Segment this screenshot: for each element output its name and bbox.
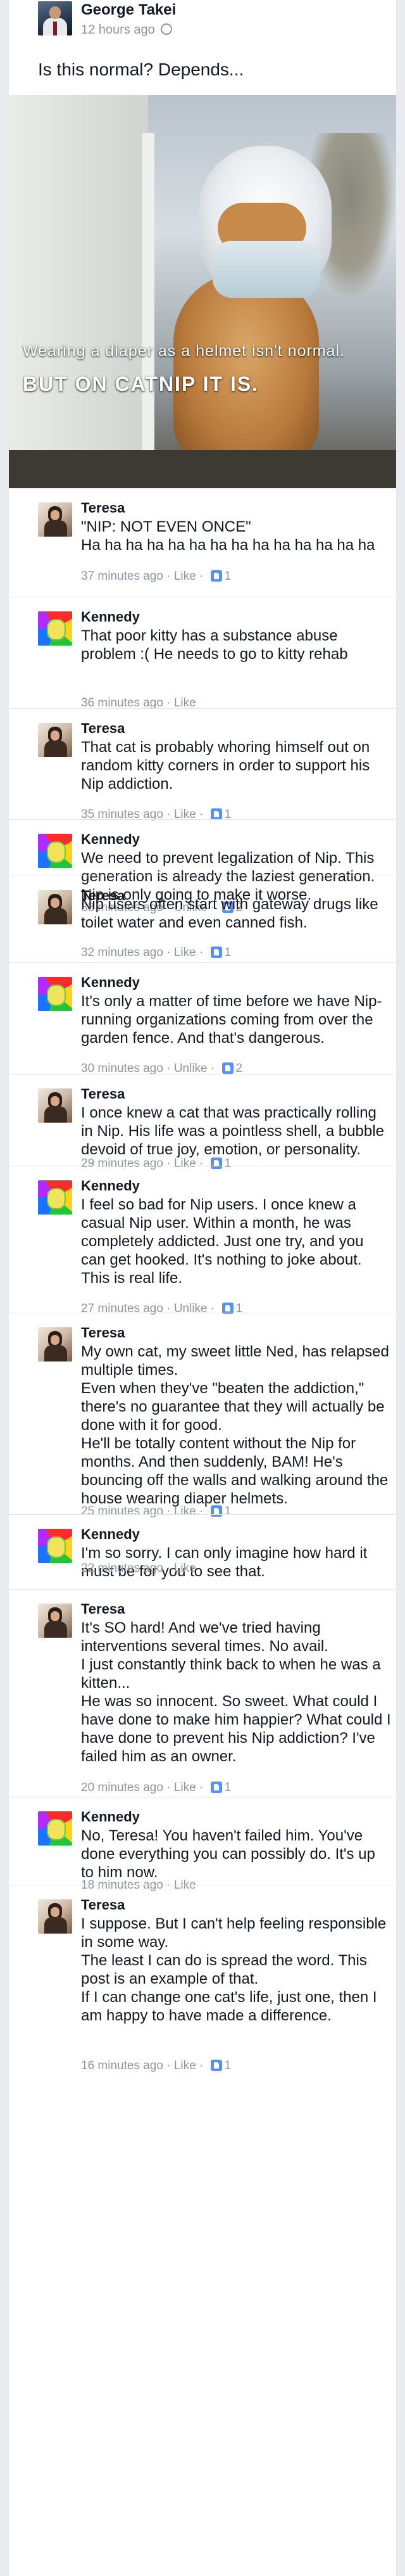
like-button[interactable]: Like	[174, 1781, 196, 1794]
comment-10: Kennedy I'm so sorry. I can only imagine …	[9, 1514, 396, 1583]
commenter-avatar[interactable]	[38, 890, 72, 924]
meta-separator: ·	[163, 570, 174, 583]
comment-timestamp[interactable]: 30 minutes ago	[81, 1062, 163, 1075]
author-avatar[interactable]	[38, 1, 72, 35]
like-count[interactable]: 2	[236, 1062, 243, 1075]
commenter-avatar[interactable]	[38, 611, 72, 646]
commenter-avatar[interactable]	[38, 1604, 72, 1638]
like-button[interactable]: Like	[174, 1562, 196, 1575]
commenter-name[interactable]: Teresa	[81, 1601, 125, 1617]
comment-2: Kennedy That poor kitty has a substance a…	[9, 597, 396, 718]
like-button[interactable]: Unlike	[174, 1062, 208, 1075]
commenter-avatar[interactable]	[38, 834, 72, 868]
comment-text: My own cat, my sweet little Ned, has rel…	[81, 1343, 389, 1507]
commenter-name[interactable]: Kennedy	[81, 1178, 140, 1194]
comment-text: It's only a matter of time before we hav…	[81, 993, 382, 1047]
meta-separator: ·	[196, 570, 207, 583]
comment-timestamp[interactable]: 37 minutes ago	[81, 570, 163, 583]
comment-7: Teresa I once knew a cat that was practic…	[9, 1074, 396, 1178]
comment-text: It's SO hard! And we've tried having int…	[81, 1619, 391, 1765]
like-button[interactable]: Like	[174, 570, 196, 583]
commenter-avatar[interactable]	[38, 1811, 72, 1846]
comment-timestamp[interactable]: 32 minutes ago	[81, 946, 163, 959]
commenter-name[interactable]: Kennedy	[81, 1526, 140, 1543]
like-count[interactable]: 1	[225, 2059, 232, 2072]
meta-separator: ·	[207, 1062, 218, 1075]
thumbs-up-icon[interactable]	[221, 1062, 234, 1074]
meta-separator: ·	[163, 2059, 174, 2072]
post-author-name[interactable]: George Takei	[81, 1, 176, 19]
comment-text: "NIP: NOT EVEN ONCE" Ha ha ha ha ha ha h…	[81, 518, 375, 554]
comment-timestamp[interactable]: 22 minutes ago	[81, 1562, 163, 1575]
comment-text: I suppose. But I can't help feeling resp…	[81, 1915, 387, 2024]
commenter-name[interactable]: Teresa	[81, 720, 125, 737]
comment-1: Teresa "NIP: NOT EVEN ONCE" Ha ha ha ha h…	[9, 488, 396, 591]
comment-text: I once knew a cat that was practically r…	[81, 1104, 384, 1158]
comment-8: Kennedy I feel so bad for Nip users. I on…	[9, 1166, 396, 1323]
comment-6: Kennedy It's only a matter of time before…	[9, 962, 396, 1083]
post-image[interactable]: Wearing a diaper as a helmet isn't norma…	[9, 95, 396, 488]
meta-separator: ·	[163, 1062, 174, 1075]
commenter-name[interactable]: Teresa	[81, 500, 125, 516]
comment-text: No, Teresa! You haven't failed him. You'…	[81, 1827, 375, 1881]
commenter-name[interactable]: Teresa	[81, 1325, 125, 1341]
commenter-avatar[interactable]	[38, 1180, 72, 1215]
thumbs-up-icon[interactable]	[210, 947, 222, 958]
commenter-avatar[interactable]	[38, 502, 72, 537]
commenter-avatar[interactable]	[38, 977, 72, 1011]
commenter-avatar[interactable]	[38, 1529, 72, 1563]
commenter-name[interactable]: Kennedy	[81, 609, 140, 625]
like-button[interactable]: Like	[174, 696, 196, 710]
comment-3: Teresa That cat is probably whoring himse…	[9, 708, 396, 829]
comment-meta: 37 minutes ago · Like · 1	[81, 570, 231, 583]
comment-9: Teresa My own cat, my sweet little Ned, h…	[9, 1313, 396, 1526]
thumbs-up-icon[interactable]	[210, 2060, 222, 2071]
meta-separator: ·	[196, 1781, 207, 1794]
meta-separator: ·	[196, 2059, 207, 2072]
comment-5: Teresa Nip users often start with gateway…	[9, 876, 396, 967]
commenter-avatar[interactable]	[38, 1899, 72, 1934]
post-text: Is this normal? Depends...	[38, 60, 244, 79]
thumbs-up-icon[interactable]	[210, 570, 222, 582]
commenter-avatar[interactable]	[38, 1088, 72, 1123]
comment-meta: 16 minutes ago · Like · 1	[81, 2059, 231, 2073]
commenter-name[interactable]: Kennedy	[81, 974, 140, 991]
meta-separator: ·	[196, 946, 207, 959]
image-caption-line-1: Wearing a diaper as a helmet isn't norma…	[23, 342, 346, 360]
comment-meta: 32 minutes ago · Like · 1	[81, 946, 231, 960]
commenter-avatar[interactable]	[38, 1327, 72, 1361]
like-button[interactable]: Like	[174, 946, 196, 959]
comment-timestamp[interactable]: 20 minutes ago	[81, 1781, 163, 1794]
comment-text: That poor kitty has a substance abuse pr…	[81, 627, 348, 663]
meta-separator: ·	[163, 1781, 174, 1794]
commenter-name[interactable]: Teresa	[81, 1086, 125, 1102]
comment-11: Teresa It's SO hard! And we've tried havi…	[9, 1589, 396, 1802]
post-card: George Takei 12 hours ago Is this normal…	[9, 0, 396, 488]
like-button[interactable]: Like	[174, 2059, 196, 2072]
image-caption-line-2: BUT ON CATNIP IT IS.	[23, 373, 259, 395]
like-count[interactable]: 1	[225, 1781, 232, 1794]
thumbs-up-icon[interactable]	[210, 1782, 222, 1793]
comment-timestamp[interactable]: 36 minutes ago	[81, 696, 163, 710]
commenter-name[interactable]: Kennedy	[81, 831, 140, 848]
comment-text: I feel so bad for Nip users. I once knew…	[81, 1196, 364, 1287]
comment-meta: 20 minutes ago · Like · 1	[81, 1781, 231, 1795]
like-count[interactable]: 1	[225, 570, 232, 583]
commenter-name[interactable]: Kennedy	[81, 1809, 140, 1825]
thumbs-up-icon[interactable]	[210, 808, 222, 820]
commenter-avatar[interactable]	[38, 723, 72, 757]
comment-timestamp[interactable]: 16 minutes ago	[81, 2059, 163, 2072]
meta-separator: ·	[163, 1562, 174, 1575]
comment-text: Nip users often start with gateway drugs…	[81, 896, 378, 931]
comment-13: Teresa I suppose. But I can't help feelin…	[9, 1885, 396, 2081]
globe-icon	[161, 23, 173, 35]
comment-text: That cat is probably whoring himself out…	[81, 739, 370, 793]
meta-separator: ·	[163, 946, 174, 959]
meta-separator: ·	[163, 696, 174, 710]
comments-list: Teresa "NIP: NOT EVEN ONCE" Ha ha ha ha h…	[9, 488, 396, 2576]
post-timestamp[interactable]: 12 hours ago	[81, 23, 173, 37]
like-count[interactable]: 1	[225, 946, 232, 959]
comment-meta: 22 minutes ago · Like	[81, 1562, 196, 1576]
commenter-name[interactable]: Teresa	[81, 1897, 125, 1913]
